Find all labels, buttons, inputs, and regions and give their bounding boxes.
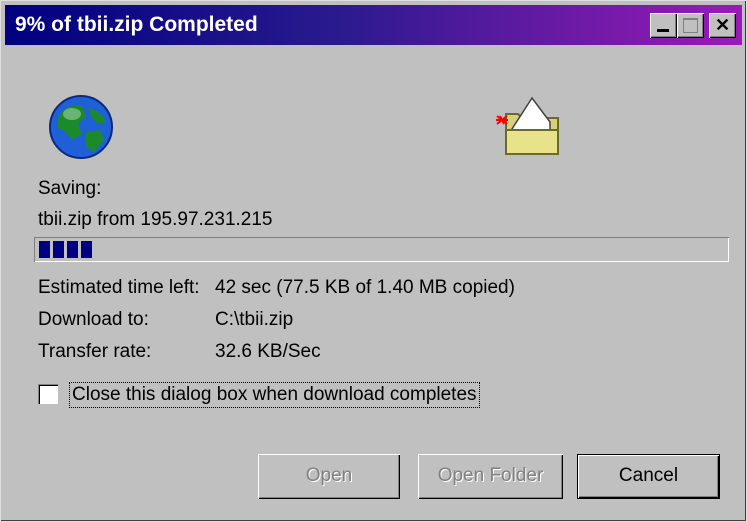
estimated-time-value: 42 sec (77.5 KB of 1.40 MB copied): [215, 277, 515, 298]
maximize-button[interactable]: [677, 13, 704, 38]
close-icon: ✕: [714, 15, 731, 35]
minimize-button[interactable]: [650, 13, 677, 38]
download-to-label: Download to:: [38, 309, 149, 330]
maximize-icon: [683, 18, 698, 33]
open-button[interactable]: Open: [258, 454, 400, 499]
close-when-done-checkbox[interactable]: [38, 384, 58, 404]
cancel-button[interactable]: Cancel: [577, 454, 720, 499]
progress-fill: [39, 241, 92, 258]
download-to-value: C:\tbii.zip: [215, 309, 294, 330]
close-when-done-label[interactable]: Close this dialog box when download comp…: [69, 382, 480, 408]
window-title: 9% of tbii.zip Completed: [15, 13, 258, 36]
folder-icon: [496, 96, 559, 155]
globe-icon: [49, 95, 113, 159]
source-text: tbii.zip from 195.97.231.215: [38, 209, 273, 230]
minimize-icon: [657, 29, 669, 32]
open-folder-button[interactable]: Open Folder: [418, 454, 563, 499]
title-bar[interactable]: 9% of tbii.zip Completed ✕: [5, 5, 742, 45]
saving-label: Saving:: [38, 178, 102, 199]
download-dialog: 9% of tbii.zip Completed ✕ Saving: tbii.…: [0, 0, 747, 522]
transfer-rate-label: Transfer rate:: [38, 341, 152, 362]
estimated-time-label: Estimated time left:: [38, 277, 200, 298]
download-progress-bar: [34, 237, 729, 262]
transfer-rate-value: 32.6 KB/Sec: [215, 341, 321, 362]
close-button[interactable]: ✕: [709, 13, 736, 38]
